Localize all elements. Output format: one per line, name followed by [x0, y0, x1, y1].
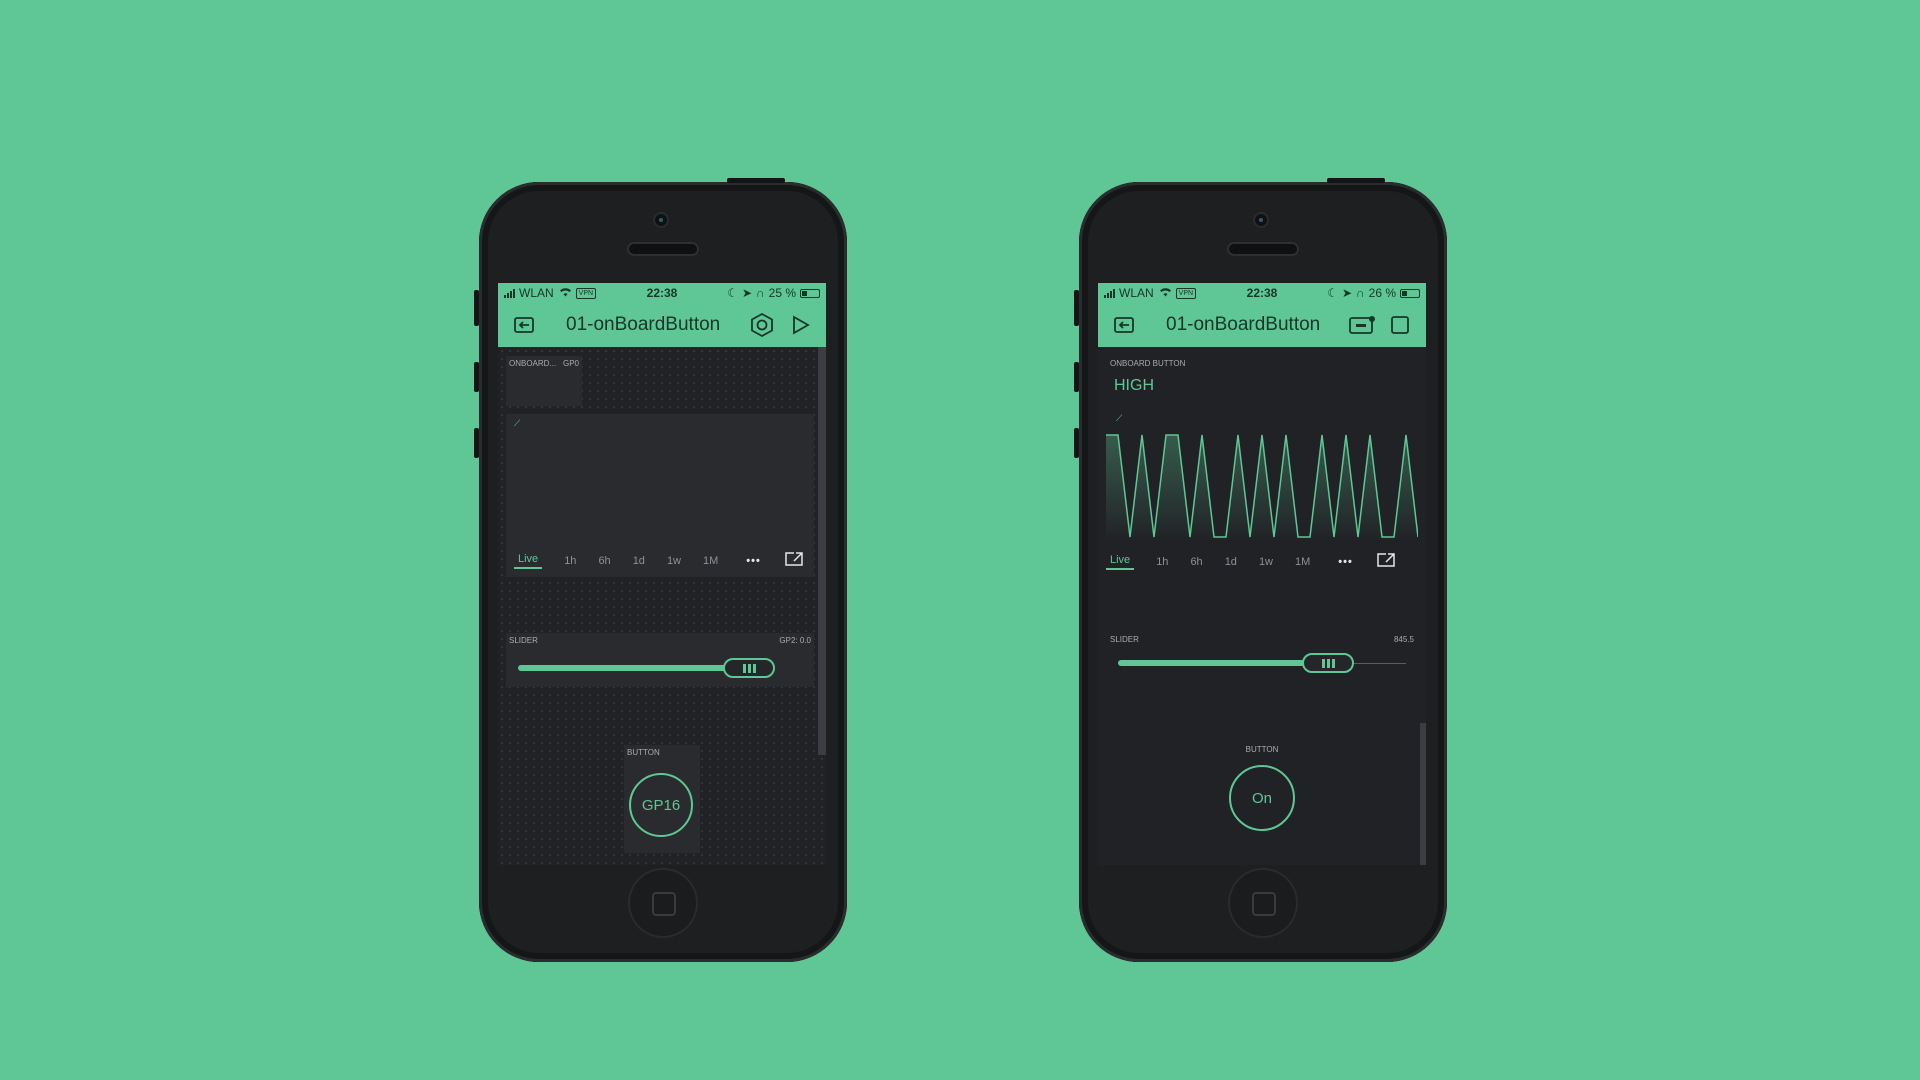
front-camera	[655, 214, 667, 226]
tab-1m[interactable]: 1M	[1295, 556, 1310, 568]
button-label: BUTTON	[627, 748, 660, 757]
vpn-badge: VPN	[575, 287, 597, 299]
moon-icon: ☾	[727, 286, 738, 300]
headphones-icon: ∩	[1356, 286, 1365, 300]
volume-up-button	[474, 362, 479, 392]
volume-down-button	[1074, 428, 1079, 458]
location-icon: ➤	[741, 286, 753, 300]
volume-down-button	[474, 428, 479, 458]
front-camera	[1255, 214, 1267, 226]
project-icon[interactable]	[510, 311, 538, 339]
onboard-widget-label: ONBOARD BUTTON	[1110, 359, 1186, 368]
signal-icon	[504, 288, 515, 298]
battery-percent: 25 %	[768, 286, 796, 300]
onboard-widget[interactable]: ONBOARD... GP0	[506, 356, 582, 406]
tab-live[interactable]: Live	[514, 553, 543, 569]
battery-icon	[800, 288, 820, 298]
power-button	[727, 178, 785, 183]
wifi-icon	[1159, 286, 1172, 300]
mute-switch	[474, 290, 479, 326]
button-widget: BUTTON GP16	[624, 745, 700, 853]
gp16-button[interactable]: GP16	[629, 773, 693, 837]
more-icon[interactable]: •••	[1338, 556, 1353, 568]
tab-live[interactable]: Live	[1106, 554, 1135, 570]
more-icon[interactable]: •••	[746, 555, 761, 567]
stop-icon[interactable]	[1386, 311, 1414, 339]
mute-switch	[1074, 290, 1079, 326]
tab-1d[interactable]: 1d	[633, 555, 645, 567]
phone-edit-mode: WLAN VPN 22:38 ☾ ➤ ∩ 25 % 01-onBoardButt…	[474, 178, 847, 962]
onboard-widget-label: ONBOARD...	[509, 359, 557, 368]
screen: WLAN VPN 22:38 ☾ ➤ ∩ 25 % 01-onBoardButt…	[498, 283, 826, 865]
onboard-value: HIGH	[1114, 377, 1154, 394]
status-bar: WLAN VPN 22:38 ☾ ➤ ∩ 26 %	[1098, 283, 1426, 303]
scroll-edge	[1420, 723, 1426, 865]
slider-widget: SLIDER GP2: 0.0	[506, 633, 814, 687]
slider-fill	[518, 665, 750, 671]
app-header: 01-onBoardButton	[1098, 303, 1426, 347]
fullscreen-icon[interactable]	[785, 552, 803, 569]
slider-label: SLIDER	[1110, 635, 1139, 644]
home-button[interactable]	[1230, 870, 1296, 936]
slider-handle[interactable]	[1302, 653, 1355, 673]
app-header: 01-onBoardButton	[498, 303, 826, 347]
screen: WLAN VPN 22:38 ☾ ➤ ∩ 26 % 01-onBoardButt…	[1098, 283, 1426, 865]
carrier-label: WLAN	[519, 286, 554, 300]
moon-icon: ☾	[1327, 286, 1338, 300]
project-title: 01-onBoardButton	[1166, 314, 1321, 335]
wifi-icon	[559, 286, 572, 300]
tab-1d[interactable]: 1d	[1225, 556, 1237, 568]
tab-1h[interactable]: 1h	[564, 555, 576, 567]
dashboard: ONBOARD BUTTON HIGH ⟋ Live 1h 6h 1d 1w 1…	[1098, 347, 1426, 865]
volume-up-button	[1074, 362, 1079, 392]
scroll-edge	[818, 347, 826, 755]
battery-icon	[1400, 288, 1420, 298]
location-icon: ➤	[1341, 286, 1353, 300]
time-range-tabs: Live 1h 6h 1d 1w 1M •••	[1106, 553, 1418, 570]
headphones-icon: ∩	[756, 286, 765, 300]
tab-1w[interactable]: 1w	[1259, 556, 1273, 568]
time-range-tabs: Live 1h 6h 1d 1w 1M •••	[514, 552, 806, 569]
carrier-label: WLAN	[1119, 286, 1154, 300]
chart-mode-icon: ⟋	[514, 418, 521, 428]
tab-1m[interactable]: 1M	[703, 555, 718, 567]
slider-handle[interactable]	[723, 658, 776, 678]
tab-6h[interactable]: 6h	[1190, 556, 1202, 568]
project-icon[interactable]	[1110, 311, 1138, 339]
chart-mode-icon: ⟋	[1116, 413, 1123, 423]
tab-6h[interactable]: 6h	[598, 555, 610, 567]
home-button[interactable]	[630, 870, 696, 936]
settings-icon[interactable]	[748, 311, 776, 339]
power-button	[1327, 178, 1385, 183]
play-icon[interactable]	[786, 311, 814, 339]
superchart-widget[interactable]: ⟋ Live 1h 6h 1d 1w 1M •••	[506, 414, 814, 577]
slider-fill	[1118, 660, 1329, 666]
tab-1w[interactable]: 1w	[667, 555, 681, 567]
live-chart[interactable]	[1106, 429, 1418, 541]
fullscreen-icon[interactable]	[1377, 553, 1395, 570]
widget-canvas[interactable]: ONBOARD... GP0 ⟋ Live 1h 6h 1d 1w 1M •••	[498, 347, 826, 865]
slider-value: 845.5	[1393, 635, 1414, 644]
device-icon[interactable]	[1348, 311, 1376, 339]
onboard-widget-pin: GP0	[562, 359, 579, 368]
tab-1h[interactable]: 1h	[1156, 556, 1168, 568]
status-bar: WLAN VPN 22:38 ☾ ➤ ∩ 25 %	[498, 283, 826, 303]
vpn-badge: VPN	[1175, 287, 1197, 299]
slider-label: SLIDER	[509, 636, 538, 645]
on-button[interactable]: On	[1229, 765, 1295, 831]
battery-percent: 26 %	[1368, 286, 1396, 300]
earpiece-speaker	[1229, 244, 1297, 254]
button-label: BUTTON	[1245, 745, 1279, 754]
project-title: 01-onBoardButton	[566, 314, 721, 335]
slider-value: GP2: 0.0	[779, 636, 811, 645]
signal-icon	[1104, 288, 1115, 298]
earpiece-speaker	[629, 244, 697, 254]
phone-run-mode: WLAN VPN 22:38 ☾ ➤ ∩ 26 % 01-onBoardButt…	[1074, 178, 1447, 962]
